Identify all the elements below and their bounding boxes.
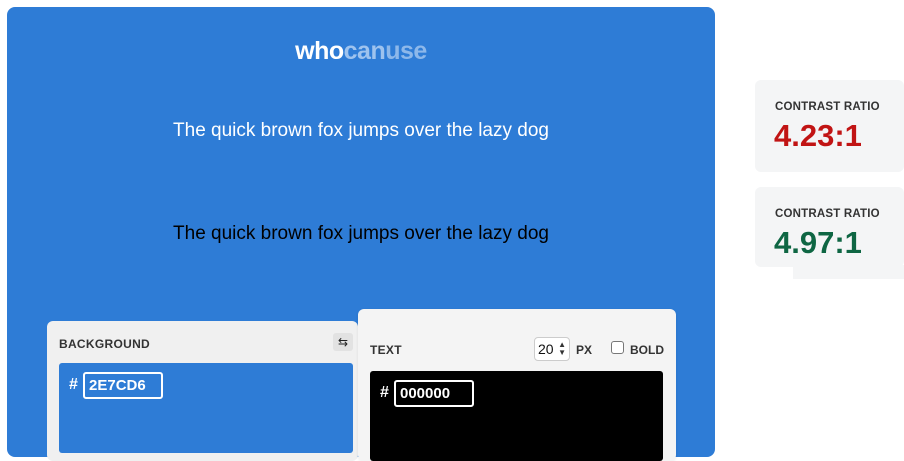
swap-arrows-icon[interactable]: ⇆	[333, 333, 353, 351]
contrast-ratio-label: CONTRAST RATIO	[775, 208, 880, 220]
logo[interactable]: whocanuse	[7, 37, 715, 66]
text-hex-input[interactable]	[394, 380, 474, 407]
contrast-ratio-value: 4.23:1	[774, 118, 862, 153]
contrast-ratio-card-2: CONTRAST RATIO 4.97:1	[755, 187, 904, 279]
logo-part-can: can	[343, 37, 386, 65]
bold-checkbox[interactable]	[611, 341, 624, 354]
bold-label: BOLD	[630, 343, 664, 357]
font-size-value: 20	[538, 341, 554, 357]
background-label: BACKGROUND	[59, 337, 150, 351]
background-color-card: BACKGROUND ⇆ #	[47, 321, 358, 461]
contrast-ratio-label: CONTRAST RATIO	[775, 101, 880, 113]
contrast-ratio-card-1: CONTRAST RATIO 4.23:1	[755, 80, 904, 172]
background-hex-input[interactable]	[83, 372, 163, 399]
logo-part-who: who	[295, 37, 344, 65]
contrast-ratio-value: 4.97:1	[774, 225, 862, 260]
sample-text-black: The quick brown fox jumps over the lazy …	[173, 223, 549, 244]
sample-text-white: The quick brown fox jumps over the lazy …	[173, 120, 549, 141]
size-unit-label: PX	[576, 343, 593, 357]
hash-label: #	[380, 384, 389, 401]
stepper-arrows-icon[interactable]: ▲ ▼	[558, 341, 566, 357]
font-size-stepper[interactable]: 20 ▲ ▼	[534, 337, 570, 361]
hash-label: #	[69, 376, 78, 393]
preview-panel: whocanuse The quick brown fox jumps over…	[7, 7, 715, 461]
text-swatch[interactable]: #	[370, 371, 663, 461]
logo-part-use: use	[385, 37, 427, 65]
text-color-card: TEXT 20 ▲ ▼ PX BOLD #	[358, 309, 676, 461]
text-label: TEXT	[370, 343, 402, 357]
